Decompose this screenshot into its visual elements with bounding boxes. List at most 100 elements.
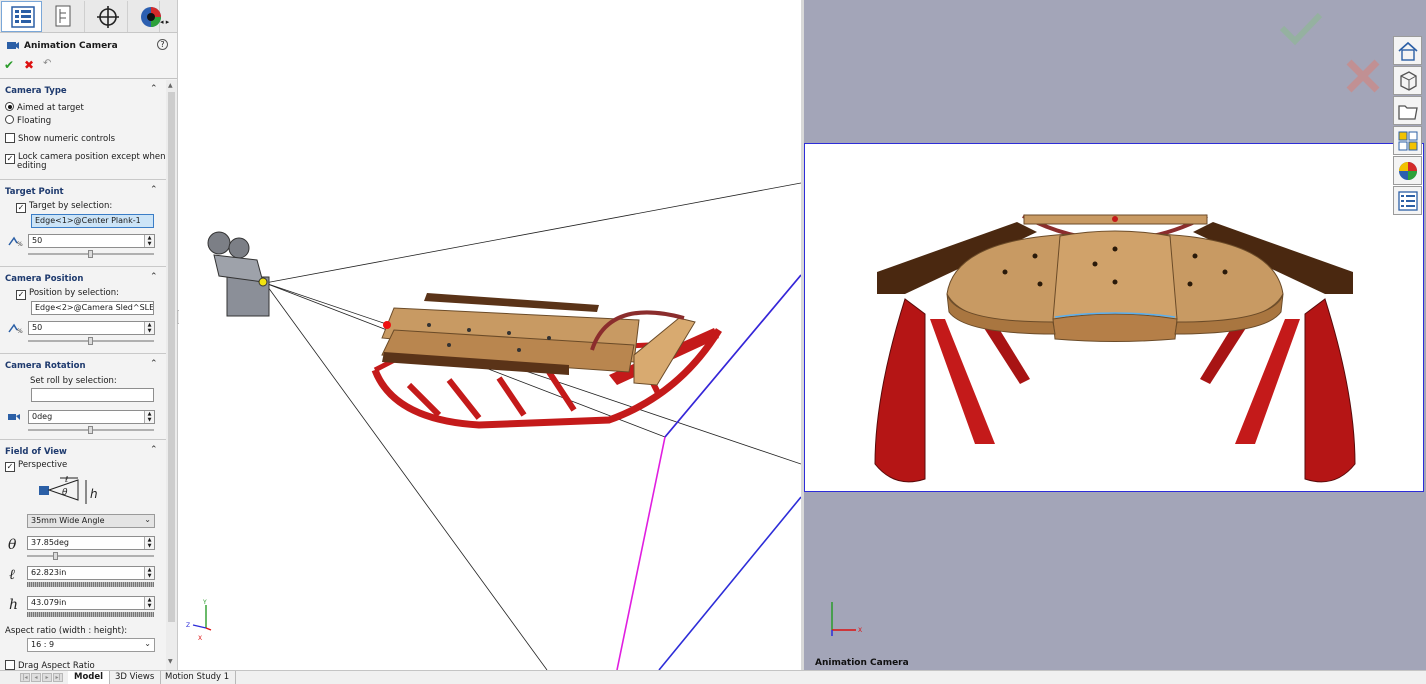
task-pane [1393, 36, 1423, 216]
cancel-button[interactable]: ✖ [24, 58, 34, 72]
camera-frame [804, 143, 1424, 492]
svg-text:%: % [17, 241, 23, 247]
spin-value: 50 [32, 323, 43, 332]
position-by-selection-checkbox[interactable]: ✓ Position by selection: [16, 288, 119, 300]
svg-text:X: X [858, 627, 862, 634]
target-percent-input[interactable]: 50 ▲ ▼ [28, 234, 155, 248]
collapse-icon[interactable]: ⌃ [150, 185, 158, 195]
collapse-icon[interactable]: ⌃ [150, 84, 158, 94]
display-manager-tab[interactable] [130, 1, 161, 32]
target-slider[interactable] [28, 250, 154, 258]
feature-manager-tab[interactable] [1, 1, 42, 32]
prev-tab-arrow[interactable]: ◂ [31, 673, 41, 682]
model-viewport[interactable]: Y Z X [179, 0, 801, 670]
lens-preset-dropdown[interactable]: 35mm Wide Angle ⌄ [27, 514, 155, 528]
roll-selection-box[interactable] [31, 388, 154, 402]
group-title: Target Point [5, 187, 64, 197]
checkbox[interactable]: ✓ [16, 290, 26, 300]
position-selection-box[interactable]: Edge<2>@Camera Sled^SLED- [31, 301, 154, 315]
h-input[interactable]: 43.079in ▲ ▼ [27, 596, 155, 610]
h-thumbwheel[interactable] [27, 612, 154, 617]
l-symbol: ℓ [9, 567, 15, 583]
checkbox[interactable] [5, 133, 15, 143]
checkbox[interactable]: ✓ [5, 462, 15, 472]
svg-text:h: h [90, 487, 98, 501]
collapse-icon[interactable]: ⌃ [150, 272, 158, 282]
svg-text:%: % [17, 328, 23, 334]
spin-value: 37.85deg [31, 538, 69, 547]
spin-arrows[interactable]: ▲ ▼ [144, 567, 154, 579]
position-slider[interactable] [28, 337, 154, 345]
tp-appearances-button[interactable] [1393, 156, 1422, 185]
ok-button[interactable]: ✔ [4, 58, 14, 72]
theta-slider[interactable] [27, 552, 154, 560]
fov-diagram-icon: ℓ θ h [39, 475, 98, 504]
theta-input[interactable]: 37.85deg ▲ ▼ [27, 536, 155, 550]
tp-3d-content-button[interactable] [1393, 66, 1422, 95]
graphics-area[interactable]: Y Z X [179, 0, 801, 670]
spin-arrows[interactable]: ▲ ▼ [144, 322, 154, 334]
group-title: Camera Type [5, 86, 67, 96]
svg-text:X: X [198, 635, 202, 642]
radio-icon[interactable] [5, 115, 14, 124]
undo-button[interactable]: ↶ [43, 58, 51, 69]
last-tab-arrow[interactable]: ▸| [53, 673, 63, 682]
spin-arrows[interactable]: ▲ ▼ [144, 597, 154, 609]
spin-arrows[interactable]: ▲ ▼ [144, 235, 154, 247]
help-icon[interactable]: ? [157, 39, 168, 50]
collapse-icon[interactable]: ⌃ [150, 445, 158, 455]
spin-arrows[interactable]: ▲ ▼ [144, 537, 154, 549]
target-selection-box[interactable]: Edge<1>@Center Plank-1 [31, 214, 154, 228]
tab-scroll-arrows[interactable]: ◂ ▸ [160, 18, 177, 32]
l-thumbwheel[interactable] [27, 582, 154, 587]
radio-aimed[interactable]: Aimed at target [5, 102, 84, 113]
drag-aspect-checkbox[interactable]: Drag Aspect Ratio [5, 660, 95, 670]
position-percent-input[interactable]: 50 ▲ ▼ [28, 321, 155, 335]
appearances-icon [1399, 162, 1417, 180]
radio-icon[interactable] [5, 102, 14, 111]
tab-motion-study-1[interactable]: Motion Study 1 [159, 671, 237, 684]
spin-value: 0deg [32, 412, 53, 421]
radio-floating[interactable]: Floating [5, 115, 51, 126]
spin-value: 50 [32, 236, 43, 245]
roll-slider[interactable] [28, 426, 154, 434]
spin-arrows[interactable]: ▲ ▼ [144, 411, 154, 423]
bottom-tab-bar: |◂ ◂ ▸ ▸| Model 3D Views Motion Study 1 [0, 670, 1426, 684]
property-manager-panel: ◂ ▸ Animation Camera ? ✔ ✖ ↶ Camera Type… [0, 0, 178, 670]
config-manager-tab[interactable] [87, 1, 128, 32]
checkbox[interactable]: ✓ [5, 154, 15, 164]
first-tab-arrow[interactable]: |◂ [20, 673, 30, 682]
theta-symbol: θ [8, 537, 17, 553]
tp-file-explorer-button[interactable] [1393, 96, 1422, 125]
next-tab-arrow[interactable]: ▸ [42, 673, 52, 682]
camera-viewport[interactable]: X Animation Camera [804, 0, 1426, 670]
camera-rotation-group: Camera Rotation ⌃ Set roll by selection:… [0, 355, 166, 440]
rotation-icon [8, 414, 20, 420]
confirm-corner-cancel-icon[interactable] [1345, 58, 1381, 94]
tab-3d-views[interactable]: 3D Views [109, 671, 162, 684]
tab-model[interactable]: Model [68, 671, 111, 684]
target-by-selection-checkbox[interactable]: ✓ Target by selection: [16, 201, 112, 213]
show-numeric-checkbox[interactable]: Show numeric controls [5, 133, 115, 144]
lock-camera-label-cont: editing [17, 161, 47, 171]
tp-home-button[interactable] [1393, 36, 1422, 65]
manager-tabs: ◂ ▸ [0, 0, 177, 33]
sled-model[interactable] [371, 293, 722, 429]
checkbox[interactable]: ✓ [16, 203, 26, 213]
roll-angle-input[interactable]: 0deg ▲ ▼ [28, 410, 155, 424]
aspect-ratio-dropdown[interactable]: 16 : 9 ⌄ [27, 638, 155, 652]
confirm-corner-ok-icon[interactable] [1278, 10, 1324, 46]
collapse-icon[interactable]: ⌃ [150, 359, 158, 369]
set-roll-label: Set roll by selection: [30, 376, 117, 386]
view-palette-icon [1398, 131, 1418, 151]
perspective-checkbox[interactable]: ✓ Perspective [5, 460, 67, 472]
l-input[interactable]: 62.823in ▲ ▼ [27, 566, 155, 580]
triad-icon: X [831, 602, 862, 636]
property-manager-tab[interactable] [44, 1, 85, 32]
camera-model[interactable] [207, 231, 270, 317]
pm-scrollbar[interactable]: ▲ ▼ [166, 80, 177, 670]
tp-view-palette-button[interactable] [1393, 126, 1422, 155]
checkbox[interactable] [5, 660, 15, 670]
property-manager-icon [55, 5, 71, 27]
tp-custom-properties-button[interactable] [1393, 186, 1422, 215]
